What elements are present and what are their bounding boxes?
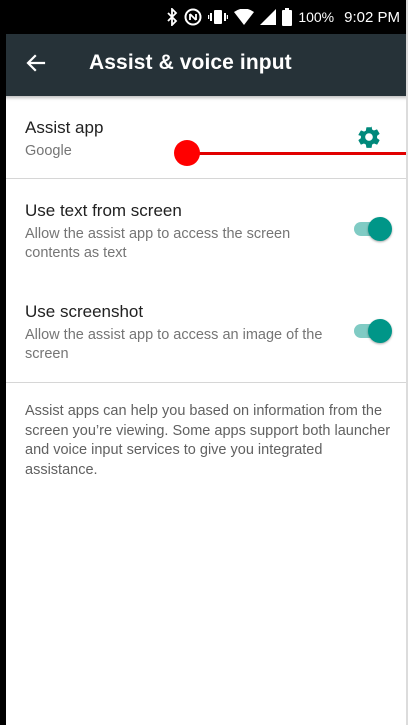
assist-app-row[interactable]: Assist app Google	[6, 96, 406, 179]
back-button[interactable]	[20, 49, 52, 81]
wifi-icon	[234, 9, 255, 25]
use-screenshot-toggle[interactable]	[352, 319, 392, 343]
use-screenshot-title: Use screenshot	[25, 302, 144, 321]
screen-edge-left	[0, 0, 6, 725]
status-bar: 100% 9:02 PM	[0, 0, 408, 34]
use-screenshot-row[interactable]: Use screenshot Allow the assist app to a…	[6, 280, 406, 383]
app-bar: Assist & voice input	[0, 34, 408, 96]
page-title: Assist & voice input	[89, 51, 292, 74]
annotation-line	[186, 152, 408, 155]
annotation-dot	[174, 140, 200, 166]
arrow-back-icon	[26, 53, 46, 78]
use-text-toggle[interactable]	[352, 217, 392, 241]
battery-percent: 100%	[298, 9, 335, 25]
assist-app-settings-button[interactable]	[356, 124, 382, 150]
status-time: 9:02 PM	[344, 8, 400, 26]
battery-icon	[282, 8, 293, 26]
status-icons: 100% 9:02 PM	[166, 0, 400, 34]
vibrate-icon	[208, 8, 229, 26]
assist-description: Assist apps can help you based on inform…	[25, 403, 391, 478]
screen: 100% 9:02 PM Assist & voice input Assist…	[0, 0, 408, 725]
toggle-thumb	[368, 217, 392, 241]
bluetooth-icon	[166, 8, 178, 26]
settings-list: Assist app Google Use text from screen A…	[6, 96, 406, 478]
nfc-icon	[184, 8, 202, 26]
use-screenshot-summary: Allow the assist app to access an image …	[25, 327, 323, 362]
use-text-title: Use text from screen	[25, 201, 182, 220]
assist-app-title: Assist app	[25, 118, 104, 137]
use-text-row[interactable]: Use text from screen Allow the assist ap…	[6, 179, 406, 280]
use-text-summary: Allow the assist app to access the scree…	[25, 226, 291, 261]
toggle-thumb	[368, 319, 392, 343]
signal-icon	[260, 9, 277, 25]
